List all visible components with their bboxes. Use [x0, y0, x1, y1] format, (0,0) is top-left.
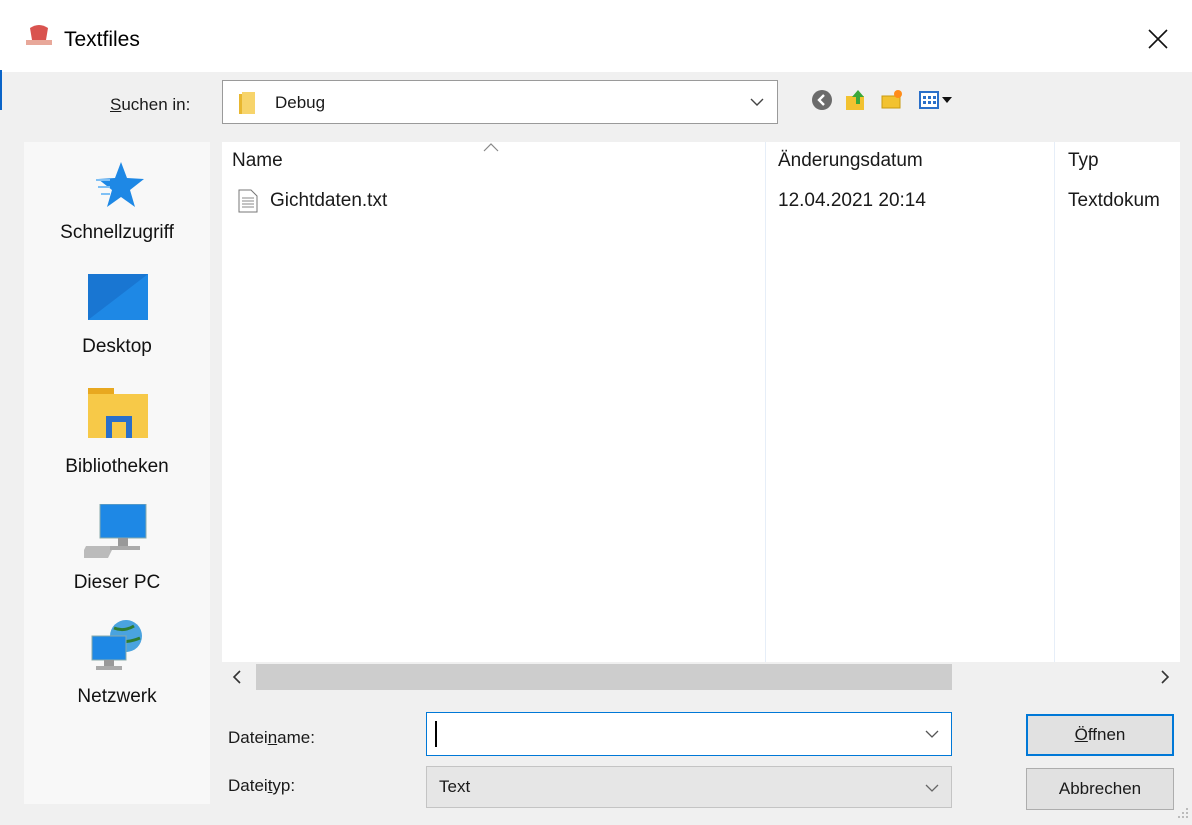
- chevron-down-icon: [923, 779, 941, 797]
- network-icon: [91, 620, 142, 670]
- place-label: Schnellzugriff: [60, 222, 174, 243]
- column-header-date[interactable]: Änderungsdatum: [778, 150, 923, 172]
- place-this-pc[interactable]: Dieser PC: [24, 504, 210, 604]
- folder-icon: [239, 92, 257, 114]
- sort-ascending-icon: [482, 140, 500, 152]
- filetype-label: Dateityp:: [228, 776, 296, 795]
- close-button[interactable]: [1130, 14, 1186, 64]
- chevron-down-icon: [747, 91, 767, 111]
- place-desktop[interactable]: Desktop: [24, 274, 210, 374]
- star-icon: [96, 162, 144, 207]
- text-caret: [435, 721, 437, 747]
- resize-grip-icon[interactable]: [1178, 806, 1190, 820]
- scrollbar-thumb[interactable]: [256, 664, 952, 690]
- computer-icon: [84, 504, 147, 558]
- filename-label: Dateiname:: [228, 728, 315, 747]
- file-date: 12.04.2021 20:14: [778, 190, 926, 211]
- column-divider: [1054, 142, 1055, 662]
- file-name[interactable]: Gichtdaten.txt: [270, 190, 387, 212]
- place-label: Netzwerk: [77, 686, 157, 707]
- libraries-icon: [88, 388, 148, 438]
- window-title: Textfiles: [64, 28, 140, 51]
- place-label: Dieser PC: [73, 572, 161, 593]
- filetype-dropdown[interactable]: Text: [426, 766, 952, 808]
- file-type: Textdokum: [1068, 190, 1160, 211]
- close-icon: [1148, 29, 1168, 49]
- file-list[interactable]: [222, 142, 1180, 692]
- lookin-label: Suchen in:: [110, 95, 191, 114]
- column-header-name[interactable]: Name: [232, 150, 283, 172]
- place-label: Desktop: [82, 336, 152, 357]
- place-label: Bibliotheken: [65, 456, 169, 477]
- title-bar: [0, 0, 1192, 72]
- lookin-value: Debug: [275, 93, 326, 112]
- desktop-icon: [88, 274, 148, 320]
- filetype-value: Text: [439, 777, 471, 796]
- up-folder-icon[interactable]: [844, 88, 868, 112]
- place-quick-access[interactable]: Schnellzugriff: [24, 160, 210, 270]
- text-file-icon: [238, 189, 258, 213]
- cancel-button[interactable]: Abbrechen: [1026, 768, 1174, 810]
- column-header-type[interactable]: Typ: [1068, 150, 1099, 172]
- filename-input[interactable]: [426, 712, 952, 756]
- scroll-left-icon[interactable]: [228, 668, 246, 691]
- window-edge: [0, 70, 2, 110]
- app-icon: [26, 24, 52, 46]
- places-bar: Schnellzugriff Desktop Bibliotheken Dies…: [24, 142, 210, 804]
- scroll-right-icon[interactable]: [1156, 668, 1174, 691]
- column-divider: [765, 142, 766, 662]
- place-network[interactable]: Netzwerk: [24, 618, 210, 718]
- view-menu-icon[interactable]: [918, 88, 962, 112]
- new-folder-icon[interactable]: [880, 88, 904, 112]
- back-icon[interactable]: [810, 88, 834, 112]
- place-libraries[interactable]: Bibliotheken: [24, 388, 210, 488]
- chevron-down-icon[interactable]: [923, 725, 941, 743]
- open-button[interactable]: Öffnen: [1026, 714, 1174, 756]
- lookin-dropdown[interactable]: Debug: [222, 80, 778, 124]
